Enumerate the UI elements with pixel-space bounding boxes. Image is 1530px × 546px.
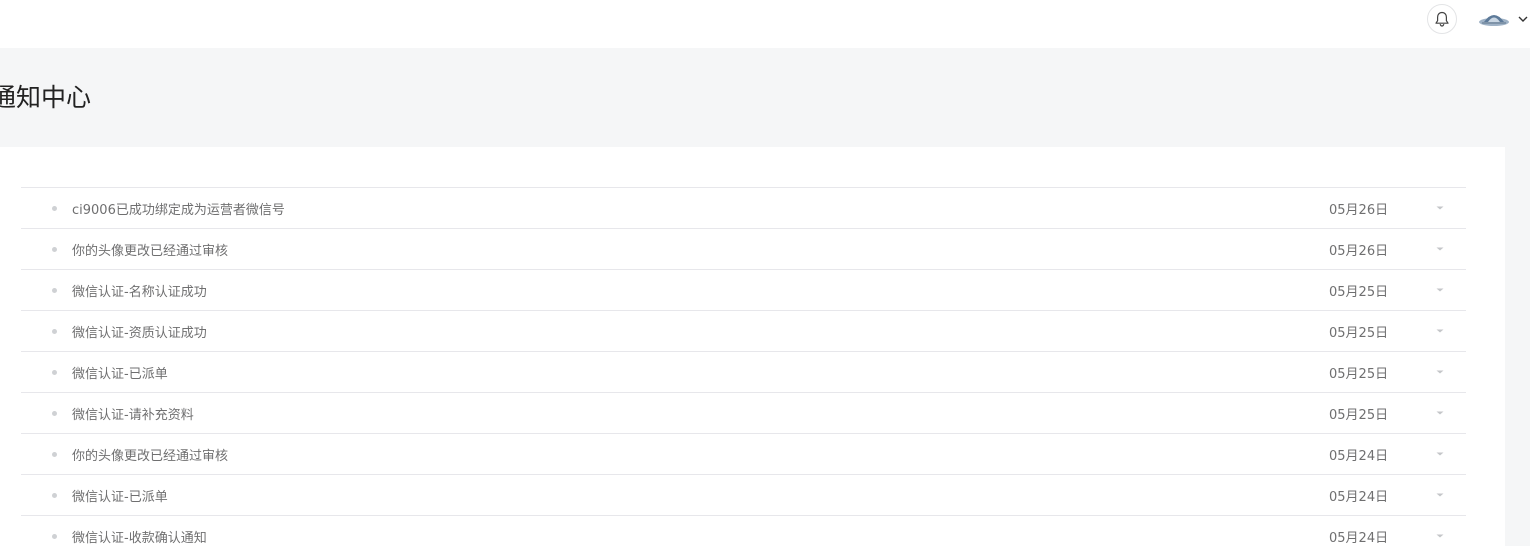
expand-caret-icon[interactable] — [1435, 409, 1445, 417]
unread-dot-icon — [52, 452, 57, 457]
notification-date: 05月24日 — [1329, 449, 1389, 464]
notification-date: 05月24日 — [1329, 490, 1389, 505]
unread-dot-icon — [52, 329, 57, 334]
unread-dot-icon — [52, 411, 57, 416]
notification-date: 05月25日 — [1329, 326, 1389, 341]
notification-item[interactable]: 微信认证-已派单 05月25日 — [21, 352, 1466, 393]
notification-title: 微信认证-名称认证成功 — [72, 285, 207, 300]
notification-title: 你的头像更改已经通过审核 — [72, 244, 229, 259]
unread-dot-icon — [52, 534, 57, 539]
bell-icon — [1435, 11, 1449, 27]
expand-caret-icon[interactable] — [1435, 286, 1445, 294]
notification-item[interactable]: 微信认证-请补充资料 05月25日 — [21, 393, 1466, 434]
unread-dot-icon — [52, 493, 57, 498]
notification-item[interactable]: 微信认证-名称认证成功 05月25日 — [21, 270, 1466, 311]
notification-date: 05月25日 — [1329, 367, 1389, 382]
top-bar — [0, 0, 1530, 48]
expand-caret-icon[interactable] — [1435, 532, 1445, 540]
page-title: 通知中心 — [0, 83, 92, 112]
unread-dot-icon — [52, 247, 57, 252]
expand-caret-icon[interactable] — [1435, 204, 1445, 212]
notification-item[interactable]: 微信认证-资质认证成功 05月25日 — [21, 311, 1466, 352]
notification-date: 05月24日 — [1329, 531, 1389, 546]
notification-date: 05月25日 — [1329, 285, 1389, 300]
notification-title: 微信认证-已派单 — [72, 367, 168, 382]
expand-caret-icon[interactable] — [1435, 245, 1445, 253]
notification-title: 微信认证-资质认证成功 — [72, 326, 207, 341]
notification-date: 05月25日 — [1329, 408, 1389, 423]
notification-item[interactable]: 微信认证-收款确认通知 05月24日 — [21, 516, 1466, 546]
notification-title: 微信认证-已派单 — [72, 490, 168, 505]
unread-dot-icon — [52, 206, 57, 211]
notification-item[interactable]: 你的头像更改已经通过审核 05月24日 — [21, 434, 1466, 475]
notification-title: ci9006已成功绑定成为运营者微信号 — [72, 203, 285, 218]
notification-list: ci9006已成功绑定成为运营者微信号 05月26日 你的头像更改已经通过审核 … — [21, 187, 1466, 546]
expand-caret-icon[interactable] — [1435, 327, 1445, 335]
chevron-down-icon[interactable] — [1517, 14, 1529, 24]
notification-date: 05月26日 — [1329, 203, 1389, 218]
notification-item[interactable]: ci9006已成功绑定成为运营者微信号 05月26日 — [21, 188, 1466, 229]
unread-dot-icon — [52, 288, 57, 293]
notification-bell-button[interactable] — [1427, 4, 1457, 34]
notification-title: 你的头像更改已经通过审核 — [72, 449, 229, 464]
notification-title: 微信认证-请补充资料 — [72, 408, 194, 423]
expand-caret-icon[interactable] — [1435, 368, 1445, 376]
expand-caret-icon[interactable] — [1435, 450, 1445, 458]
notification-item[interactable]: 微信认证-已派单 05月24日 — [21, 475, 1466, 516]
unread-dot-icon — [52, 370, 57, 375]
expand-caret-icon[interactable] — [1435, 491, 1445, 499]
avatar[interactable] — [1478, 8, 1510, 30]
notification-panel: ci9006已成功绑定成为运营者微信号 05月26日 你的头像更改已经通过审核 … — [0, 147, 1505, 546]
notification-title: 微信认证-收款确认通知 — [72, 531, 207, 546]
notification-item[interactable]: 你的头像更改已经通过审核 05月26日 — [21, 229, 1466, 270]
notification-date: 05月26日 — [1329, 244, 1389, 259]
